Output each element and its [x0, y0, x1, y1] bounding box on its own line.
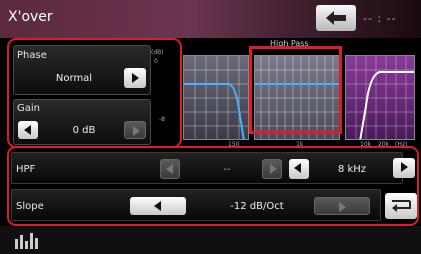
right-arrow-icon — [270, 164, 277, 174]
low-band-curve — [184, 56, 248, 139]
equalizer-button[interactable] — [14, 231, 40, 249]
hpf-off-prev-button[interactable] — [160, 159, 180, 179]
gain-label: Gain — [17, 103, 40, 114]
return-icon — [392, 200, 411, 212]
left-arrow-icon — [294, 163, 301, 173]
hpf-off-value: -- — [223, 164, 231, 175]
slope-up-button[interactable] — [314, 197, 370, 215]
hpf-freq-up-button[interactable] — [393, 158, 415, 178]
gain-down-button[interactable] — [18, 121, 38, 139]
slope-down-button[interactable] — [130, 197, 186, 215]
gain-value: 0 dB — [72, 125, 96, 136]
back-arrow-icon — [326, 11, 346, 25]
selected-band-highlight — [249, 46, 342, 134]
phase-value: Normal — [55, 73, 93, 84]
graph-band-upper — [345, 55, 415, 140]
gain-up-button[interactable] — [124, 121, 146, 139]
slope-label: Slope — [16, 201, 44, 212]
clock-display: -- : -- — [363, 12, 397, 25]
left-arrow-icon — [166, 164, 173, 174]
y-axis-zero: 0 — [154, 58, 158, 65]
return-button[interactable] — [385, 193, 417, 219]
screen-title: X'over — [8, 9, 53, 25]
right-arrow-icon — [132, 73, 139, 83]
graph-band-low — [183, 55, 249, 140]
title-bar — [0, 0, 421, 38]
right-arrow-icon — [339, 202, 346, 212]
hpf-row: HPF -- 8 kHz — [11, 152, 403, 184]
hpf-label: HPF — [16, 164, 36, 175]
slope-value: -12 dB/Oct — [230, 201, 284, 212]
y-axis-low: -8 — [159, 116, 165, 123]
upper-band-curve — [346, 56, 414, 139]
slope-row: Slope -12 dB/Oct — [11, 189, 381, 221]
bottom-bar — [0, 226, 421, 254]
left-arrow-icon — [24, 125, 31, 135]
left-arrow-icon — [154, 201, 161, 211]
hpf-freq-down-button[interactable] — [289, 159, 309, 179]
phase-panel: Phase Normal — [13, 45, 151, 95]
back-button[interactable] — [316, 5, 356, 31]
gain-panel: Gain 0 dB — [13, 99, 151, 145]
right-arrow-icon — [401, 162, 408, 172]
phase-next-button[interactable] — [124, 68, 146, 88]
hpf-freq-value: 8 kHz — [337, 164, 367, 175]
equalizer-icon — [15, 233, 38, 249]
right-arrow-icon — [133, 126, 140, 136]
y-axis-unit: (dB) — [151, 49, 164, 56]
phase-label: Phase — [17, 50, 47, 61]
hpf-off-next-button[interactable] — [262, 159, 282, 179]
